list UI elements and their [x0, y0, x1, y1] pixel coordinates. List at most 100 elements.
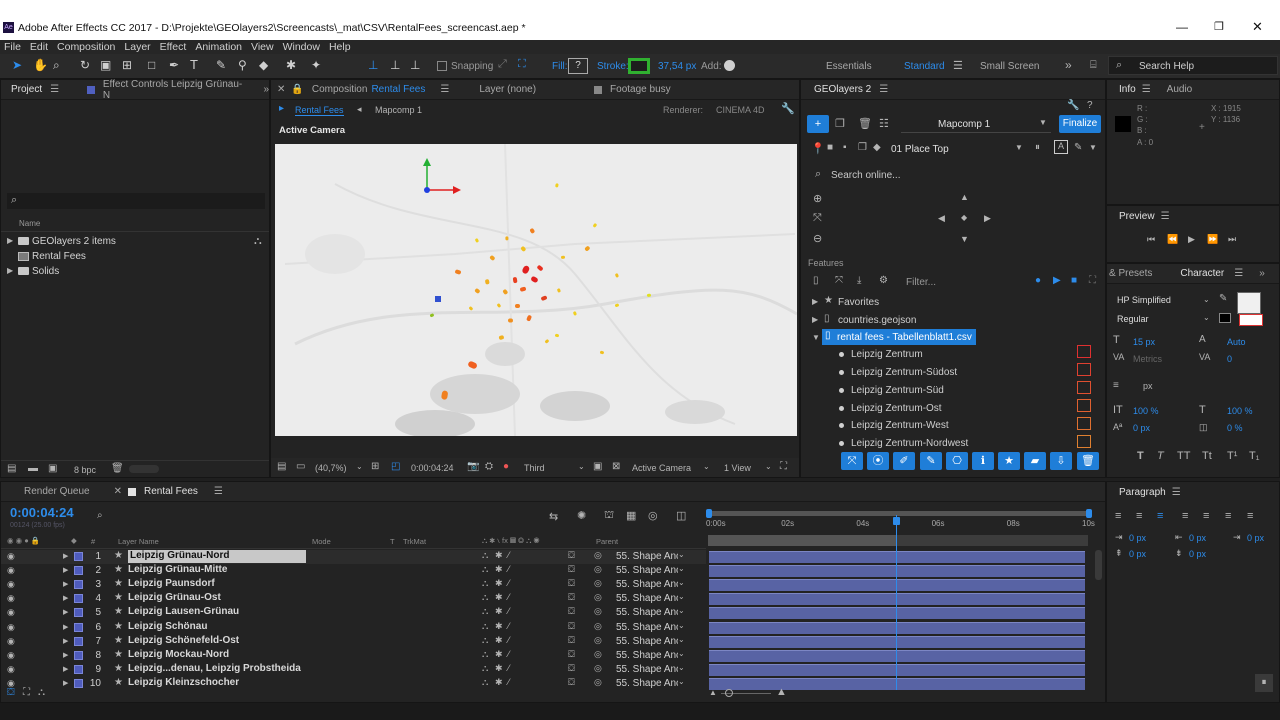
eye-icon[interactable]: ◉ [7, 565, 15, 576]
workspace-overflow-icon[interactable]: » [1065, 58, 1072, 72]
parent-select[interactable]: 55. Shape Anc [616, 622, 678, 633]
justify-center-icon[interactable]: ≡ [1203, 510, 1209, 522]
parent-pickwhip-icon[interactable]: ◎ [594, 606, 602, 617]
panel-close-icon[interactable]: ✕ [277, 84, 285, 95]
layer-duration-bar[interactable] [709, 635, 1085, 648]
tag-icon[interactable]: ◆ [873, 142, 881, 153]
font-size-value[interactable]: 15 px [1133, 337, 1155, 347]
hierarchy-icon[interactable]: ⛬ [254, 235, 262, 248]
parent-select[interactable]: 55. Shape Anc [616, 664, 678, 675]
minimize-icon[interactable]: — [1176, 20, 1188, 34]
tab-timeline-rental-fees[interactable]: Rental Fees [144, 486, 198, 497]
grid-icon[interactable]: ⊞ [371, 461, 379, 472]
parent-select[interactable]: 55. Shape Anc [616, 579, 678, 590]
subtab-rental-fees[interactable]: Rental Fees [295, 105, 344, 116]
parent-select[interactable]: 55. Shape Anc [616, 565, 678, 576]
collapse-switch-icon[interactable]: ⛬ [482, 564, 488, 575]
comp-viewer[interactable] [275, 144, 797, 436]
space-before-value[interactable]: 0 px [1129, 549, 1146, 559]
region-icon[interactable]: ◰ [391, 461, 400, 472]
roto-brush-tool-icon[interactable]: ✱ [286, 58, 296, 72]
justify-all-icon[interactable]: ≡ [1247, 510, 1253, 522]
menu-view[interactable]: View [251, 41, 274, 53]
font-family-select[interactable]: HP Simplified [1117, 295, 1171, 305]
layer-name[interactable]: Leipzig Lausen-Grünau [128, 606, 306, 619]
geolayers-help-icon[interactable]: ? [1087, 100, 1093, 111]
toggle-inout-icon[interactable]: ⛬ [38, 687, 45, 698]
quality-switch-icon[interactable]: ✱ [495, 606, 503, 617]
tab-audio[interactable]: Audio [1167, 84, 1193, 95]
expand-arrow-icon[interactable]: ▶ [7, 236, 13, 245]
no-stroke-swatch[interactable] [1239, 314, 1263, 326]
layer-name[interactable]: Leipzig Grünau-Nord [128, 550, 306, 563]
chevron-down-icon[interactable]: ⌄ [356, 462, 363, 471]
finalize-button[interactable]: Finalize [1059, 115, 1101, 133]
mapcomp-select[interactable]: Mapcomp 1 ▼ [901, 115, 1051, 133]
layer-name[interactable]: Leipzig Schönau [128, 621, 306, 634]
select-feature-icon[interactable] [1077, 399, 1091, 412]
camera-snapshot-icon[interactable]: 📷 [467, 461, 479, 472]
zoom-tool-icon[interactable]: ⌕ [53, 58, 60, 73]
snap-edge-icon[interactable]: ⤢ [498, 58, 507, 71]
parent-pickwhip-icon[interactable]: ◎ [594, 663, 602, 674]
chevron-down-icon[interactable]: ▼ [1015, 143, 1023, 152]
feature-sub-item[interactable]: Leipzig Zentrum-West [839, 420, 949, 431]
add-dropdown-icon[interactable] [724, 60, 735, 71]
parent-pickwhip-icon[interactable]: ◎ [594, 592, 602, 603]
layer-row[interactable]: ◉ ▶ 5 ★ Leipzig Lausen-Grünau ⛬ ✱ ⁄ ⛋ ◎ 55. Shape … [1, 606, 706, 620]
zoom-level[interactable]: (40,7%) [315, 463, 347, 473]
tab-footage[interactable]: Footage busy [610, 84, 671, 95]
menu-effect[interactable]: Effect [160, 41, 187, 53]
parent-pickwhip-icon[interactable]: ◎ [594, 564, 602, 575]
menu-animation[interactable]: Animation [195, 41, 242, 53]
brush-switch-icon[interactable]: ⁄ [508, 649, 510, 659]
roi-icon[interactable]: ⊠ [612, 461, 620, 472]
chevron-down-icon[interactable]: ⌄ [678, 606, 685, 615]
fill-color-swatch[interactable] [1237, 292, 1261, 314]
draft-3d-icon[interactable]: ✺ [577, 509, 586, 522]
brush-switch-icon[interactable]: ⁄ [508, 550, 510, 560]
tree-item-favorites[interactable]: Favorites [838, 297, 879, 308]
collapse-switch-icon[interactable]: ⛬ [482, 635, 488, 646]
zoom-out-time-icon[interactable]: ▲ [709, 688, 717, 697]
layer-row[interactable]: ◉ ▶ 3 ★ Leipzig Paunsdorf ⛬ ✱ ⁄ ⛋ ◎ 55. Shape Anc ⌄ [1, 578, 706, 592]
eye-icon[interactable]: ◉ [7, 636, 15, 647]
parent-pickwhip-icon[interactable]: ◎ [594, 649, 602, 660]
collapse-switch-icon[interactable]: ⛬ [482, 606, 488, 617]
expand-arrow-icon[interactable]: ▶ [812, 297, 818, 306]
trash-button[interactable]: 🗑 [1077, 452, 1099, 470]
quality-switch-icon[interactable]: ✱ [495, 635, 503, 646]
expand-arrow-icon[interactable]: ▶ [63, 580, 68, 588]
renderer-value[interactable]: CINEMA 4D [716, 105, 765, 115]
clone-stamp-tool-icon[interactable]: ⚲ [238, 58, 247, 72]
small-caps-icon[interactable]: Tt [1202, 450, 1212, 462]
style-crop-icon[interactable]: ▪ [843, 142, 847, 153]
3d-layer-switch-icon[interactable]: ⛋ [568, 564, 575, 575]
layer-label-color[interactable] [74, 622, 83, 632]
eye-icon[interactable]: ◉ [7, 622, 15, 633]
layer-name[interactable]: Leipzig Grünau-Ost [128, 592, 306, 605]
project-scroll-slider[interactable] [129, 465, 159, 473]
flow-arrow-icon[interactable]: ▸ [279, 103, 284, 114]
layer-label-color[interactable] [74, 636, 83, 646]
current-time[interactable]: 0:00:04:24 [10, 505, 74, 520]
layer-row[interactable]: ◉ ▶ 7 ★ Leipzig Schönefeld-Ost ⛬ ✱ ⁄ ⛋ ◎ 55. Shape… [1, 635, 706, 649]
faux-bold-icon[interactable]: T [1137, 450, 1144, 462]
text-style-icon[interactable]: A [1054, 140, 1068, 154]
views-select[interactable]: 1 View [724, 463, 751, 473]
column-name[interactable]: Name [19, 219, 40, 228]
tracking-value[interactable]: 0 [1227, 354, 1232, 364]
layer-row[interactable]: ◉ ▶ 9 ★ Leipzig...denau, Leipzig Probstheida… [1, 663, 706, 677]
menu-edit[interactable]: Edit [30, 41, 48, 53]
layer-row[interactable]: ◉ ▶ 8 ★ Leipzig Mockau-Nord ⛬ ✱ ⁄ ⛋ ◎ 55. Shape An… [1, 649, 706, 663]
collapse-arrow-icon[interactable]: ▼ [812, 333, 820, 342]
space-after-value[interactable]: 0 px [1189, 549, 1206, 559]
layer-name[interactable]: Leipzig Mockau-Nord [128, 649, 306, 662]
expand-arrow-icon[interactable]: ▶ [63, 651, 68, 659]
panel-overflow-icon[interactable]: » [263, 84, 269, 95]
tab-layer[interactable]: Layer (none) [479, 84, 536, 95]
toggle-transparency-icon[interactable]: ▣ [593, 461, 602, 472]
project-item-geolayers[interactable]: ▶ GEOlayers 2 items ⛬ [1, 235, 269, 249]
3d-layer-switch-icon[interactable]: ⛋ [568, 592, 575, 603]
pan-center-icon[interactable]: ◆ [961, 213, 967, 222]
